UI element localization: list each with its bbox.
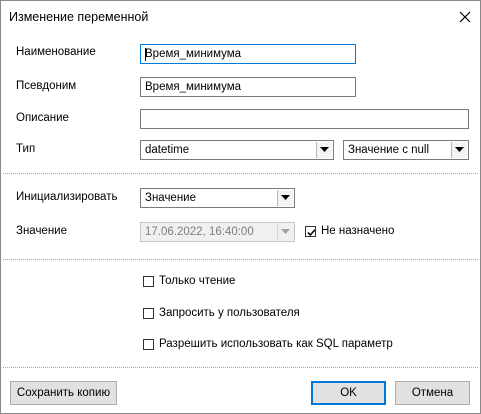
init-value: Значение (145, 192, 196, 204)
nullable-select[interactable]: Значение с null (343, 140, 469, 160)
chevron-down-icon (320, 147, 329, 152)
type-value: datetime (145, 144, 190, 156)
allow-sql-param-label: Разрешить использовать как SQL параметр (159, 338, 393, 350)
alias-label: Псевдоним (16, 80, 77, 92)
type-select[interactable]: datetime (140, 140, 334, 160)
alias-value: Время_минимума (145, 81, 242, 93)
nullable-dropdown-button[interactable] (451, 142, 467, 158)
name-label: Наименование (16, 46, 96, 58)
description-label: Описание (16, 112, 69, 124)
readonly-checkbox[interactable] (143, 276, 154, 287)
check-icon (307, 229, 316, 237)
value-label: Значение (16, 225, 67, 237)
variable-edit-dialog: Изменение переменной Наименование Время_… (0, 0, 481, 414)
nullable-value: Значение с null (348, 144, 430, 156)
dialog-title: Изменение переменной (9, 10, 149, 24)
separator (3, 367, 478, 368)
type-dropdown-button[interactable] (316, 142, 332, 158)
close-button[interactable] (453, 5, 477, 29)
init-select[interactable]: Значение (140, 188, 295, 208)
value-datetime-input: 17.06.2022, 16:40:00 (140, 222, 295, 242)
separator (3, 173, 478, 174)
description-input[interactable] (140, 109, 469, 129)
name-input[interactable]: Время_минимума (140, 44, 356, 64)
cancel-button[interactable]: Отмена (395, 381, 470, 405)
title-bar: Изменение переменной (1, 1, 480, 33)
chevron-down-icon (281, 195, 290, 200)
alias-input[interactable]: Время_минимума (140, 77, 356, 97)
chevron-down-icon (455, 147, 464, 152)
readonly-label: Только чтение (159, 275, 236, 287)
type-label: Тип (16, 143, 36, 155)
init-dropdown-button[interactable] (277, 190, 293, 206)
allow-sql-param-checkbox[interactable] (143, 339, 154, 350)
ask-user-checkbox[interactable] (143, 308, 154, 319)
ask-user-label: Запросить у пользователя (159, 307, 300, 319)
close-icon (459, 11, 471, 23)
text-caret (145, 48, 146, 61)
init-label: Инициализировать (16, 191, 118, 203)
save-copy-button[interactable]: Сохранить копию (10, 381, 117, 405)
name-value: Время_минимума (145, 48, 242, 60)
chevron-down-icon (281, 229, 290, 234)
not-assigned-checkbox[interactable] (305, 226, 316, 237)
value-datetime-value: 17.06.2022, 16:40:00 (145, 226, 254, 238)
ok-button[interactable]: OK (311, 381, 386, 405)
value-dropdown-button (277, 224, 293, 240)
not-assigned-label: Не назначено (321, 225, 395, 237)
separator (3, 259, 478, 260)
